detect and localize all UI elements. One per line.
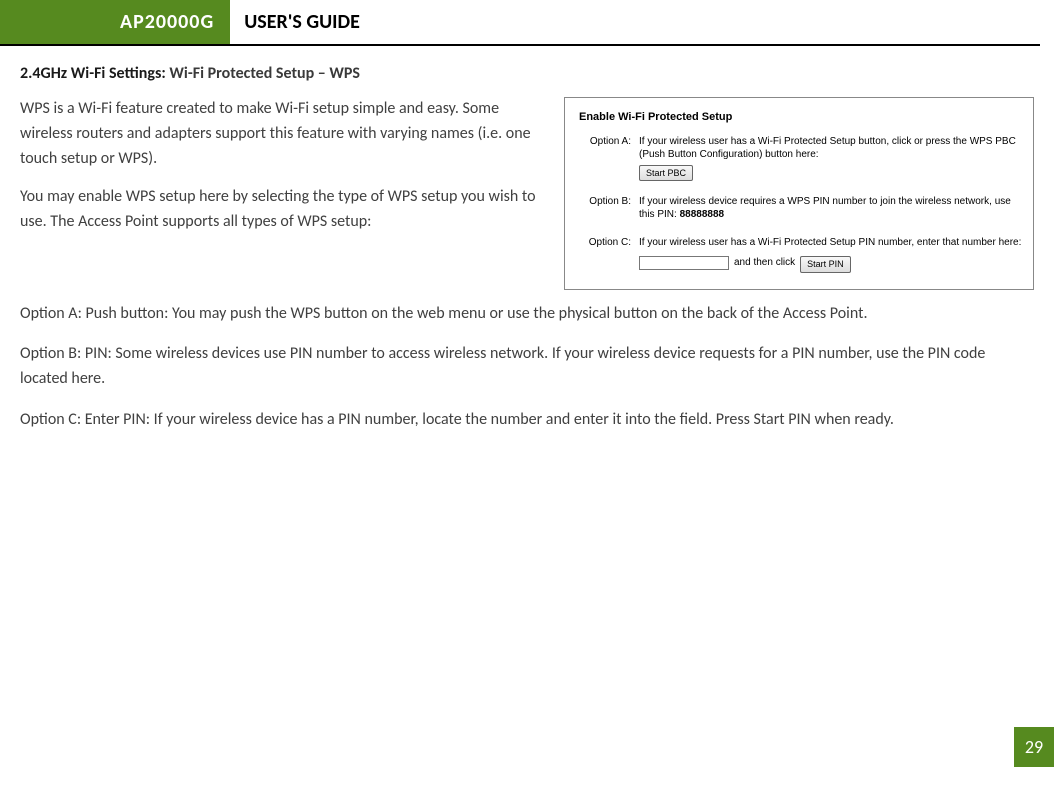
intro-text: WPS is a Wi-Fi feature created to make W… — [20, 97, 546, 249]
page-content: 2.4GHz Wi-Fi Settings: Wi-Fi Protected S… — [0, 46, 1054, 433]
opt-b-label: Option B: — [579, 195, 631, 222]
header-bar: AP20000G USER'S GUIDE — [0, 0, 1040, 46]
pin-input[interactable] — [639, 256, 729, 270]
opt-b-pin: 88888888 — [680, 209, 725, 220]
opt-a-text: If your wireless user has a Wi-Fi Protec… — [639, 135, 1023, 162]
header-model: AP20000G — [0, 0, 230, 44]
opt-b-body: If your wireless device requires a WPS P… — [639, 195, 1023, 222]
start-pin-button[interactable]: Start PIN — [800, 256, 851, 272]
heading-rest: Wi-Fi Protected Setup – WPS — [169, 64, 360, 83]
heading-bold: 2.4GHz Wi-Fi Settings: — [20, 64, 169, 83]
page-number: 29 — [1014, 727, 1054, 767]
opt-a-label: Option A: — [579, 135, 631, 181]
section-heading: 2.4GHz Wi-Fi Settings: Wi-Fi Protected S… — [20, 64, 1034, 83]
opt-c-text: If your wireless user has a Wi-Fi Protec… — [639, 236, 1023, 250]
opt-c-between: and then click — [734, 256, 795, 270]
intro-p1: WPS is a Wi-Fi feature created to make W… — [20, 97, 546, 171]
screenshot-option-b: Option B: If your wireless device requir… — [579, 195, 1023, 222]
screenshot-option-c: Option C: If your wireless user has a Wi… — [579, 236, 1023, 273]
wps-screenshot: Enable Wi-Fi Protected Setup Option A: I… — [564, 97, 1034, 290]
screenshot-title: Enable Wi-Fi Protected Setup — [579, 110, 1023, 125]
opt-c-label: Option C: — [579, 236, 631, 273]
opt-c-row: and then click Start PIN — [639, 253, 1023, 272]
body-opt-a: Option A: Push button: You may push the … — [20, 302, 1034, 327]
body-opt-b: Option B: PIN: Some wireless devices use… — [20, 342, 1034, 392]
intro-p2: You may enable WPS setup here by selecti… — [20, 185, 546, 235]
opt-c-body: If your wireless user has a Wi-Fi Protec… — [639, 236, 1023, 273]
opt-a-body: If your wireless user has a Wi-Fi Protec… — [639, 135, 1023, 181]
intro-row: WPS is a Wi-Fi feature created to make W… — [20, 97, 1034, 290]
screenshot-option-a: Option A: If your wireless user has a Wi… — [579, 135, 1023, 181]
start-pbc-button[interactable]: Start PBC — [639, 165, 693, 181]
body-paragraphs: Option A: Push button: You may push the … — [20, 302, 1034, 433]
body-opt-c: Option C: Enter PIN: If your wireless de… — [20, 408, 1034, 433]
header-title: USER'S GUIDE — [230, 0, 360, 44]
